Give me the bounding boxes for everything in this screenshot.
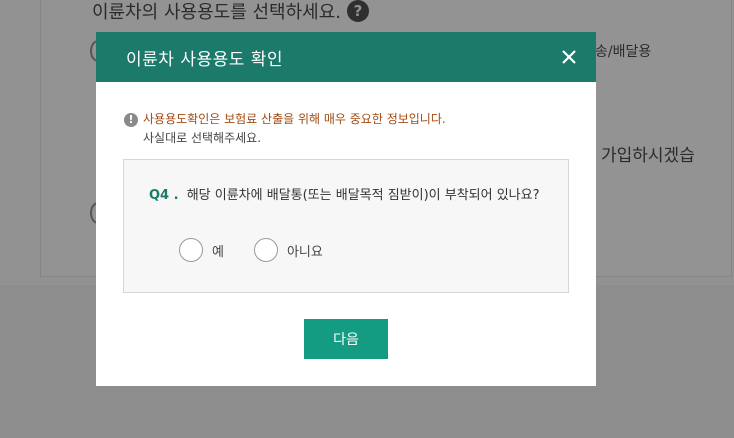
question-number: Q4 .: [149, 188, 179, 203]
notice-text-2: 사실대로 선택해주세요.: [143, 131, 262, 145]
question-circle-icon: ?: [347, 0, 370, 22]
answer-options: 예 아니요: [179, 238, 353, 262]
background-option-label: 송/배달용: [595, 44, 652, 60]
exclamation-circle-icon: !: [124, 112, 138, 127]
notice: ! 사용용도확인은 보험료 산출을 위해 매우 중요한 정보입니다. 사실대로 …: [124, 110, 446, 148]
background-question: 이륜차의 사용용도를 선택하세요. ?: [92, 0, 370, 24]
usage-confirm-modal: 이륜차 사용용도 확인 ! 사용용도확인은 보험료 산출을 위해 매우 중요한 …: [96, 32, 596, 386]
option-yes-label: 예: [212, 244, 224, 260]
option-no-label: 아니요: [286, 244, 323, 260]
option-yes[interactable]: 예: [179, 238, 224, 262]
modal-header: 이륜차 사용용도 확인: [96, 32, 596, 82]
background-question-2: 가입하시겠습: [601, 146, 695, 166]
modal-title: 이륜차 사용용도 확인: [126, 50, 284, 70]
radio-no[interactable]: [253, 238, 278, 262]
question-box: Q4 . 해당 이륜차에 배달통(또는 배달목적 짐받이)이 부착되어 있나요?…: [123, 159, 569, 293]
background-question-text: 이륜차의 사용용도를 선택하세요.: [92, 2, 342, 23]
question-body: 해당 이륜차에 배달통(또는 배달목적 짐받이)이 부착되어 있나요?: [186, 188, 540, 203]
option-no[interactable]: 아니요: [253, 238, 323, 262]
question-text: Q4 . 해당 이륜차에 배달통(또는 배달목적 짐받이)이 부착되어 있나요?: [149, 186, 549, 206]
close-icon[interactable]: [556, 44, 582, 70]
notice-line-1: ! 사용용도확인은 보험료 산출을 위해 매우 중요한 정보입니다.: [124, 110, 446, 129]
radio-yes[interactable]: [179, 238, 203, 262]
next-button[interactable]: 다음: [304, 319, 388, 359]
notice-text-1: 사용용도확인은 보험료 산출을 위해 매우 중요한 정보입니다.: [143, 112, 446, 126]
